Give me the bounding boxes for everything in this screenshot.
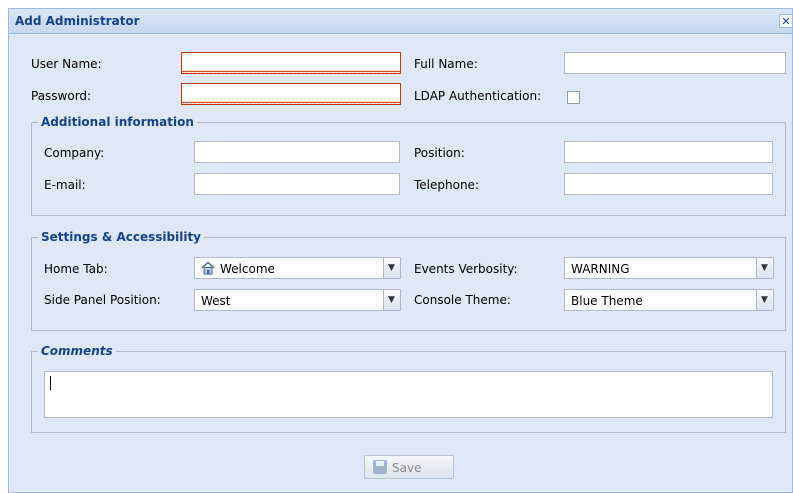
home-tab-combo[interactable]: Welcome ▼ — [194, 257, 401, 279]
dialog-titlebar[interactable]: Add Administrator ✕ — [9, 9, 793, 34]
user-name-label: User Name: — [31, 57, 102, 71]
chevron-down-icon: ▼ — [388, 295, 395, 305]
text-caret — [50, 376, 51, 390]
side-panel-position-combo[interactable]: West ▼ — [194, 289, 401, 311]
company-label: Company: — [44, 146, 105, 160]
position-input[interactable] — [564, 141, 773, 163]
save-button-label: Save — [392, 461, 422, 475]
side-panel-position-label: Side Panel Position: — [44, 293, 161, 307]
comments-legend: Comments — [38, 344, 116, 358]
home-tab-trigger[interactable]: ▼ — [383, 258, 400, 278]
settings-accessibility-legend: Settings & Accessibility — [38, 230, 205, 244]
email-label: E-mail: — [44, 178, 86, 192]
console-theme-combo[interactable]: Blue Theme ▼ — [564, 289, 774, 311]
floppy-disk-icon — [373, 460, 387, 474]
home-tab-value: Welcome — [220, 262, 275, 276]
side-panel-position-trigger[interactable]: ▼ — [383, 290, 400, 310]
add-administrator-dialog: Add Administrator ✕ User Name: Full Name… — [8, 8, 793, 493]
email-input[interactable] — [194, 173, 400, 195]
console-theme-trigger[interactable]: ▼ — [756, 290, 773, 310]
close-icon[interactable]: ✕ — [779, 14, 793, 28]
additional-information-legend: Additional information — [38, 115, 197, 129]
events-verbosity-trigger[interactable]: ▼ — [756, 258, 773, 278]
console-theme-value: Blue Theme — [571, 294, 643, 308]
events-verbosity-combo[interactable]: WARNING ▼ — [564, 257, 774, 279]
chevron-down-icon: ▼ — [761, 263, 768, 273]
full-name-input[interactable] — [564, 52, 786, 74]
password-label: Password: — [31, 89, 92, 103]
comments-textarea[interactable] — [44, 371, 773, 418]
events-verbosity-label: Events Verbosity: — [414, 262, 518, 276]
console-theme-label: Console Theme: — [414, 293, 511, 307]
settings-accessibility-fieldset: Settings & Accessibility — [31, 230, 786, 331]
side-panel-position-value: West — [201, 294, 231, 308]
additional-information-fieldset: Additional information — [31, 115, 786, 216]
home-icon — [201, 261, 215, 275]
dialog-title: Add Administrator — [15, 14, 140, 28]
save-button[interactable]: Save — [364, 455, 454, 479]
ldap-authentication-checkbox[interactable] — [567, 91, 580, 104]
telephone-label: Telephone: — [414, 178, 479, 192]
company-input[interactable] — [194, 141, 400, 163]
events-verbosity-value: WARNING — [571, 262, 630, 276]
password-input[interactable] — [181, 83, 401, 105]
chevron-down-icon: ▼ — [388, 263, 395, 273]
full-name-label: Full Name: — [414, 57, 478, 71]
user-name-input[interactable] — [181, 52, 401, 74]
position-label: Position: — [414, 146, 465, 160]
chevron-down-icon: ▼ — [761, 295, 768, 305]
telephone-input[interactable] — [564, 173, 773, 195]
home-tab-label: Home Tab: — [44, 262, 108, 276]
ldap-authentication-label: LDAP Authentication: — [414, 89, 542, 103]
